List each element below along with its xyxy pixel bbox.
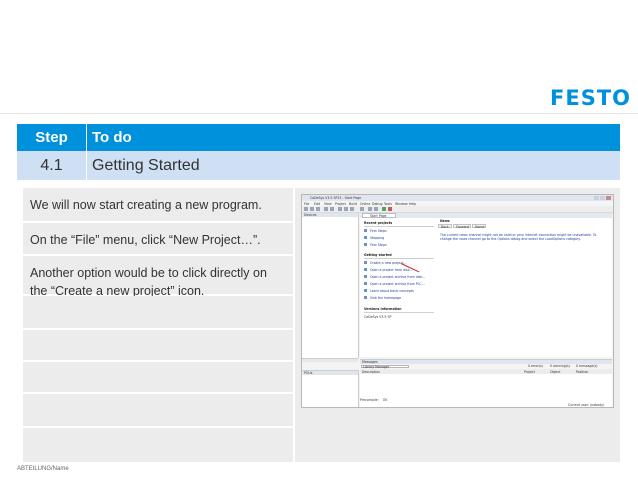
login-icon[interactable] [368, 207, 372, 211]
back-button[interactable]: Back [438, 224, 452, 229]
instruction-row [23, 428, 293, 462]
open-icon[interactable] [310, 207, 314, 211]
section-title: Getting Started [92, 157, 200, 174]
help-icon [364, 289, 367, 292]
precompile-status: Precompile: OK [360, 398, 387, 402]
divider [364, 312, 434, 313]
precompile-label: Precompile: [360, 398, 379, 402]
festo-logo: FESTO [550, 86, 631, 110]
toolbar [302, 206, 613, 213]
home-label: Home [475, 225, 485, 229]
version-text: CoDeSys V3.5 SP [364, 315, 392, 319]
new-project-icon [364, 261, 367, 264]
instruction-row: On the “File” menu, click “New Project…”… [23, 223, 293, 256]
minimize-icon[interactable] [594, 196, 599, 200]
column-description[interactable]: Description [362, 370, 380, 374]
open-plc-archive-link[interactable]: Open a project archive from PLC… [370, 282, 425, 286]
pou-title-bar: POUs [302, 371, 358, 375]
version-info-heading: Versions information [364, 307, 402, 311]
instruction-row: Another option would be to click directl… [23, 256, 293, 298]
project-icon [364, 229, 367, 232]
recent-project-link[interactable]: First Steps [370, 229, 387, 233]
instruction-row: We will now start creating a new program… [23, 188, 293, 223]
logout-icon[interactable] [374, 207, 378, 211]
table-header: Step To do [17, 124, 620, 151]
home-button[interactable]: Home [472, 224, 486, 229]
message-source-select[interactable]: Library Manager [361, 365, 409, 369]
instruction-row [23, 330, 293, 362]
open-project-link[interactable]: Open a project from disk… [370, 268, 413, 272]
close-icon[interactable] [606, 196, 611, 200]
messages-column-header: Description Project Object Position [360, 369, 612, 374]
news-toolbar: Back Forward Home [438, 224, 608, 229]
cut-icon[interactable] [338, 207, 342, 211]
column-position[interactable]: Position [576, 370, 588, 374]
redo-icon[interactable] [330, 207, 334, 211]
error-count[interactable]: 0 error(s) [528, 364, 543, 368]
save-icon[interactable] [316, 207, 320, 211]
instruction-row [23, 296, 293, 330]
divider [0, 113, 638, 114]
paste-icon[interactable] [350, 207, 354, 211]
codesys-screenshot: CoDeSys V3.5 SP13 - Start Page File Edit… [301, 194, 614, 408]
header-step: Step [17, 124, 87, 151]
undo-icon[interactable] [324, 207, 328, 211]
forward-button[interactable]: Forward [453, 224, 471, 229]
devices-title: Devices [304, 213, 317, 217]
section-row: 4.1 Getting Started [17, 151, 620, 180]
recent-project-link[interactable]: Stepping [370, 236, 384, 240]
devices-panel: Devices [302, 213, 359, 358]
news-message: The current news channel might not be va… [440, 233, 597, 241]
header-todo: To do [92, 129, 132, 146]
tab-start-page[interactable]: Start Page [362, 213, 396, 218]
forward-label: Forward [456, 225, 469, 229]
recent-project-link[interactable]: First Steps [370, 243, 387, 247]
precompile-ok: OK [382, 398, 388, 402]
current-user: Current user: (nobody) [568, 403, 605, 407]
run-icon[interactable] [382, 207, 386, 211]
maximize-icon[interactable] [600, 196, 605, 200]
news-heading: News [440, 219, 450, 223]
back-label: Back [441, 225, 449, 229]
open-archive-link[interactable]: Open a project archive from disk… [370, 275, 425, 279]
open-project-icon [364, 268, 367, 271]
archive-icon [364, 275, 367, 278]
divider [364, 226, 434, 227]
instruction-row [23, 394, 293, 428]
globe-icon [364, 296, 367, 299]
instruction-row [23, 362, 293, 394]
learn-concepts-link[interactable]: Learn about basic concepts [370, 289, 414, 293]
getting-started-heading: Getting started [364, 253, 392, 257]
copy-icon[interactable] [344, 207, 348, 211]
window-title: CoDeSys V3.5 SP13 - Start Page [310, 196, 362, 200]
column-object[interactable]: Object [550, 370, 560, 374]
tab-label: Start Page [370, 214, 387, 218]
new-icon[interactable] [304, 207, 308, 211]
devices-title-bar: Devices [302, 213, 358, 217]
start-page: Start Page Recent projects First Steps S… [360, 213, 612, 357]
build-icon[interactable] [360, 207, 364, 211]
stop-icon[interactable] [388, 207, 392, 211]
project-icon [364, 243, 367, 246]
recent-projects-heading: Recent projects [364, 221, 393, 225]
column-project[interactable]: Project [524, 370, 535, 374]
horizontal-scrollbar[interactable] [302, 358, 358, 362]
plc-icon [364, 282, 367, 285]
pou-title: POUs [304, 371, 313, 375]
message-count[interactable]: 0 message(s) [576, 364, 598, 368]
project-icon [364, 236, 367, 239]
homepage-link[interactable]: Visit the homepage [370, 296, 401, 300]
warning-count[interactable]: 0 warning(s) [550, 364, 570, 368]
footer-label: ABTEILUNG/Name [17, 466, 69, 472]
divider [364, 258, 434, 259]
editor-tabs: Start Page [360, 213, 612, 218]
pou-panel: POUs [302, 370, 359, 407]
section-number: 4.1 [17, 151, 87, 180]
messages-panel: Messages Library Manager 0 error(s) 0 wa… [360, 359, 612, 407]
